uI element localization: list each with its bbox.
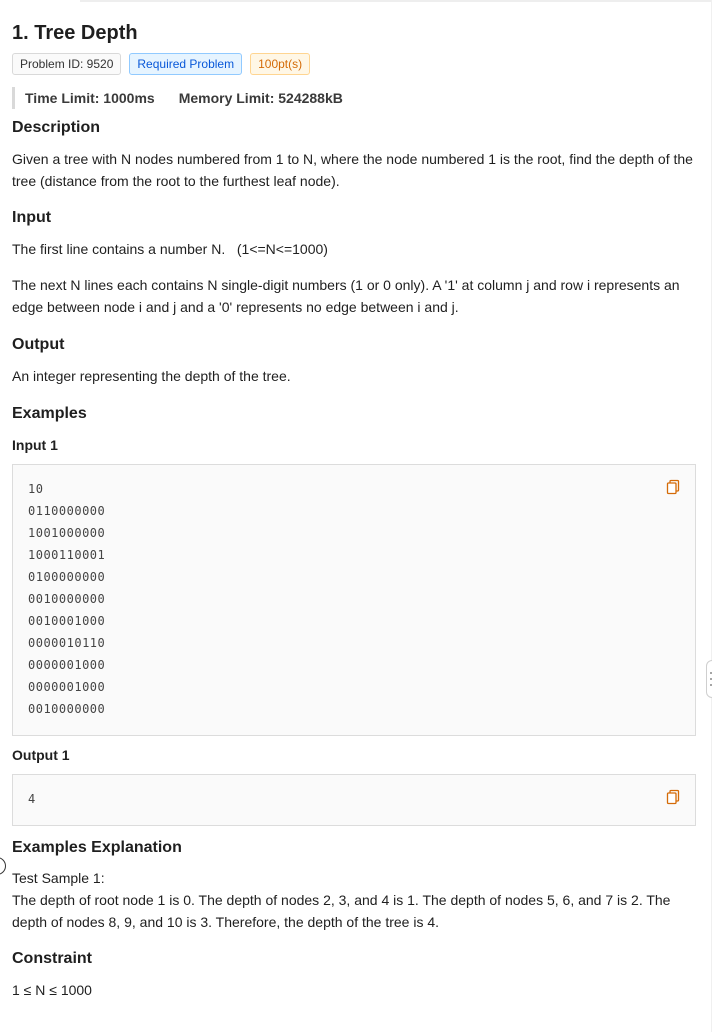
example-output-label: Output 1 — [12, 747, 70, 763]
example-input-box: 10 0110000000 1001000000 1000110001 0100… — [12, 464, 696, 736]
code-line: 0110000000 — [28, 504, 106, 518]
copy-icon[interactable] — [666, 479, 680, 495]
top-divider — [80, 0, 712, 2]
input-heading: Input — [12, 209, 52, 226]
code-line: 1001000000 — [28, 526, 106, 540]
code-line: 0010001000 — [28, 614, 106, 628]
code-line: 0010000000 — [28, 592, 106, 606]
example-input-label: Input 1 — [12, 437, 58, 453]
problem-id-badge: Problem ID: 9520 — [12, 53, 122, 75]
limits-bar: Time Limit: 1000ms Memory Limit: 524288k… — [12, 87, 700, 109]
code-line: 0010000000 — [28, 702, 106, 716]
explanation-heading: Examples Explanation — [12, 839, 182, 856]
description-heading: Description — [12, 119, 101, 136]
code-line: 1000110001 — [28, 548, 106, 562]
output-heading: Output — [12, 336, 65, 353]
left-circle-control[interactable] — [0, 857, 6, 875]
code-line: 0000001000 — [28, 680, 106, 694]
input-text-2: The next N lines each contains N single-… — [12, 277, 680, 315]
examples-heading: Examples — [12, 405, 87, 422]
copy-icon[interactable] — [666, 789, 680, 805]
code-line: 0000010110 — [28, 636, 106, 650]
code-line: 0000001000 — [28, 658, 106, 672]
copy-icon-svg — [666, 789, 680, 805]
description-text: Given a tree with N nodes numbered from … — [12, 151, 693, 189]
side-drag-handle[interactable] — [706, 660, 712, 698]
problem-title: 1. Tree Depth — [12, 22, 138, 44]
code-line: 10 — [28, 482, 44, 496]
constraint-heading: Constraint — [12, 950, 92, 967]
problem-tags: Problem ID: 9520 Required Problem 100pt(… — [12, 53, 700, 75]
code-line: 4 — [28, 792, 36, 806]
constraint-text: 1 ≤ N ≤ 1000 — [12, 982, 92, 998]
time-limit: Time Limit: 1000ms — [25, 90, 155, 106]
example-output-box: 4 — [12, 774, 696, 826]
code-line: 0100000000 — [28, 570, 106, 584]
memory-limit: Memory Limit: 524288kB — [178, 90, 343, 106]
explanation-line-1: Test Sample 1: — [12, 870, 105, 886]
input-text-1: The first line contains a number N. (1<=… — [12, 241, 328, 257]
required-badge: Required Problem — [129, 53, 243, 75]
copy-icon-svg — [666, 479, 680, 495]
example-input-lines: 10 0110000000 1001000000 1000110001 0100… — [28, 478, 680, 720]
problem-page: 1. Tree Depth Problem ID: 9520 Required … — [0, 0, 712, 1032]
explanation-line-2: The depth of root node 1 is 0. The depth… — [12, 892, 671, 930]
output-text: An integer representing the depth of the… — [12, 368, 291, 384]
points-badge: 100pt(s) — [250, 53, 311, 75]
